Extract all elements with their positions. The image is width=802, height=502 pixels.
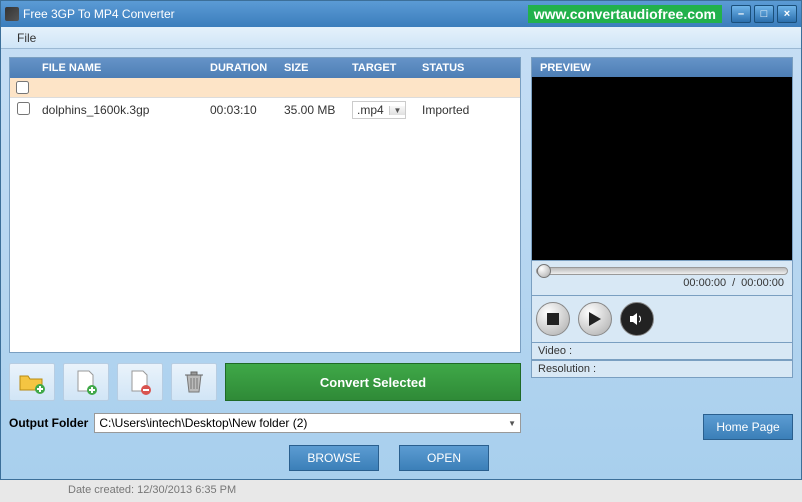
left-pane: FILE NAME DURATION SIZE TARGET STATUS do… [9, 57, 521, 471]
col-header-status[interactable]: STATUS [416, 62, 520, 74]
maximize-button[interactable]: □ [754, 5, 774, 23]
app-window: Free 3GP To MP4 Converter www.convertaud… [0, 0, 802, 480]
minimize-button[interactable]: – [731, 5, 751, 23]
trash-icon [183, 369, 205, 395]
cell-filename: dolphins_1600k.3gp [36, 103, 204, 117]
toolbar: Convert Selected [9, 363, 521, 401]
close-button[interactable]: × [777, 5, 797, 23]
folder-add-icon [18, 370, 46, 394]
footer-date: Date created: 12/30/2013 6:35 PM [0, 480, 802, 496]
open-button[interactable]: OPEN [399, 445, 489, 471]
seek-slider-wrap: 00:00:00 / 00:00:00 [531, 261, 793, 296]
row-checkbox[interactable] [17, 102, 30, 115]
playback-controls [531, 296, 793, 343]
cell-size: 35.00 MB [278, 103, 346, 117]
preview-video [531, 77, 793, 261]
time-total: 00:00:00 [741, 277, 784, 289]
file-table: FILE NAME DURATION SIZE TARGET STATUS do… [9, 57, 521, 353]
client-area: FILE NAME DURATION SIZE TARGET STATUS do… [1, 49, 801, 479]
add-folder-button[interactable] [9, 363, 55, 401]
chevron-down-icon: ▼ [508, 419, 516, 428]
output-label: Output Folder [9, 416, 88, 430]
action-row: BROWSE OPEN [9, 445, 521, 471]
target-value: .mp4 [353, 103, 389, 117]
col-header-duration[interactable]: DURATION [204, 62, 278, 74]
video-info: Video : [531, 343, 793, 360]
mute-button[interactable] [620, 302, 654, 336]
add-file-button[interactable] [63, 363, 109, 401]
select-all-row [10, 78, 520, 98]
right-pane: PREVIEW 00:00:00 / 00:00:00 [531, 57, 793, 471]
time-current: 00:00:00 [683, 277, 726, 289]
play-button[interactable] [578, 302, 612, 336]
home-page-button[interactable]: Home Page [703, 414, 793, 440]
browse-button[interactable]: BROWSE [289, 445, 379, 471]
window-title: Free 3GP To MP4 Converter [23, 7, 528, 21]
menubar: File [1, 27, 801, 49]
seek-thumb[interactable] [537, 264, 551, 278]
time-display: 00:00:00 / 00:00:00 [536, 275, 788, 293]
preview-header: PREVIEW [531, 57, 793, 77]
cell-duration: 00:03:10 [204, 103, 278, 117]
col-header-name[interactable]: FILE NAME [36, 62, 204, 74]
app-icon [5, 7, 19, 21]
menu-file[interactable]: File [9, 29, 44, 47]
target-select[interactable]: .mp4 ▼ [352, 101, 406, 119]
stop-button[interactable] [536, 302, 570, 336]
time-sep: / [726, 277, 741, 289]
file-remove-icon [129, 369, 151, 395]
stop-icon [547, 313, 559, 325]
play-icon [589, 312, 601, 326]
select-all-checkbox[interactable] [16, 81, 29, 94]
output-path: C:\Users\intech\Desktop\New folder (2) [99, 416, 307, 430]
promo-link[interactable]: www.convertaudiofree.com [528, 5, 722, 23]
cell-status: Imported [416, 103, 520, 117]
output-folder-dropdown[interactable]: C:\Users\intech\Desktop\New folder (2) ▼ [94, 413, 521, 433]
titlebar: Free 3GP To MP4 Converter www.convertaud… [1, 1, 801, 27]
file-add-icon [75, 369, 97, 395]
output-folder-row: Output Folder C:\Users\intech\Desktop\Ne… [9, 413, 521, 433]
convert-button[interactable]: Convert Selected [225, 363, 521, 401]
delete-button[interactable] [171, 363, 217, 401]
col-header-target[interactable]: TARGET [346, 62, 416, 74]
col-header-size[interactable]: SIZE [278, 62, 346, 74]
speaker-icon [630, 313, 644, 325]
table-header: FILE NAME DURATION SIZE TARGET STATUS [10, 58, 520, 78]
table-row[interactable]: dolphins_1600k.3gp 00:03:10 35.00 MB .mp… [10, 98, 520, 122]
resolution-info: Resolution : [531, 360, 793, 378]
remove-file-button[interactable] [117, 363, 163, 401]
chevron-down-icon[interactable]: ▼ [389, 106, 405, 115]
table-body: dolphins_1600k.3gp 00:03:10 35.00 MB .mp… [10, 98, 520, 352]
seek-slider[interactable] [536, 267, 788, 275]
